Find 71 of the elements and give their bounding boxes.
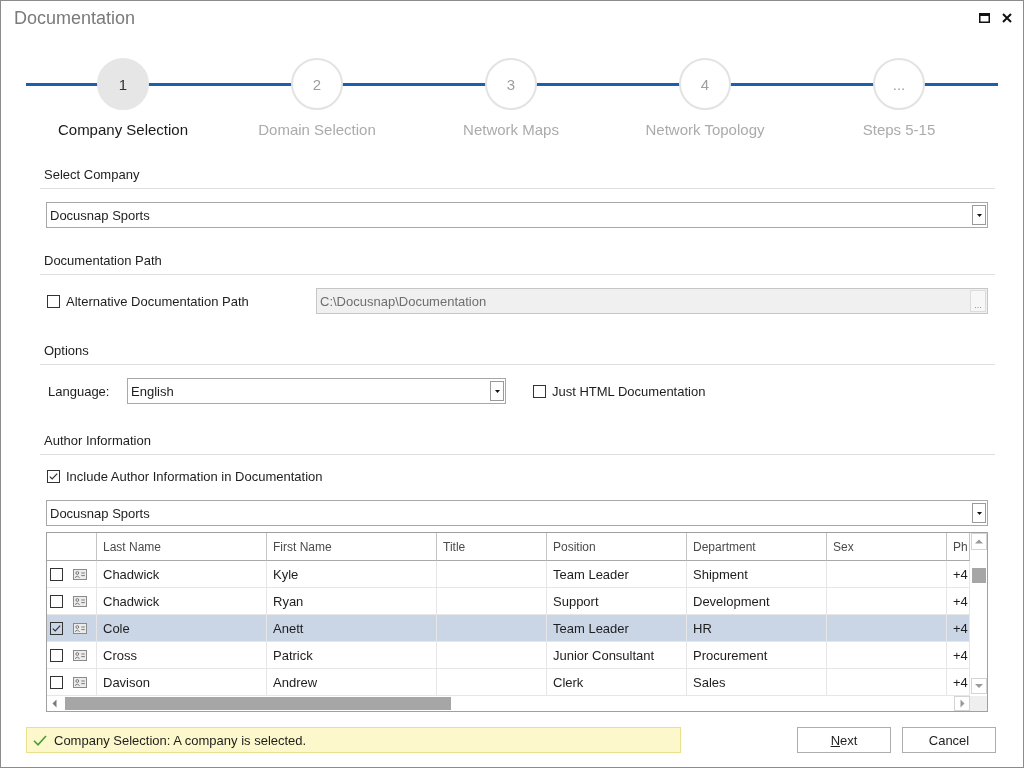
step-label: Network Maps (463, 121, 559, 139)
contact-card-icon (73, 622, 87, 634)
step-label: Domain Selection (258, 121, 376, 139)
checkbox[interactable] (50, 567, 63, 581)
section-heading: Author Information (44, 433, 151, 448)
section-heading: Documentation Path (44, 253, 162, 268)
contact-card-icon (73, 676, 87, 688)
table-cell: Kyle (267, 561, 437, 588)
dropdown-button[interactable] (972, 503, 986, 523)
table-row[interactable]: Cole Anett Team Leader HR +4 (47, 615, 970, 642)
table-cell: Team Leader (547, 615, 687, 642)
checkbox-label[interactable]: Include Author Information in Documentation (66, 468, 323, 484)
caret-icon (976, 213, 982, 217)
table-cell: Team Leader (547, 561, 687, 588)
checkbox[interactable] (47, 294, 60, 308)
table-cell: Shipment (687, 561, 827, 588)
window-title: Documentation (14, 6, 136, 29)
vertical-scrollbar[interactable] (970, 533, 987, 696)
column-header[interactable]: Title (437, 533, 547, 561)
table-cell: HR (687, 615, 827, 642)
dropdown-button[interactable] (490, 381, 504, 401)
company-select[interactable]: Docusnap Sports (46, 202, 988, 228)
column-header[interactable]: Last Name (97, 533, 267, 561)
step-circle[interactable]: 1 (97, 58, 149, 110)
caret-icon (976, 511, 982, 515)
checkbox[interactable] (47, 469, 60, 483)
table-cell: Junior Consultant (547, 642, 687, 669)
contact-card-icon (73, 568, 87, 580)
maximize-icon[interactable] (979, 12, 990, 23)
status-text: Company Selection: A company is selected. (54, 732, 307, 748)
section-heading: Options (44, 343, 89, 358)
checkbox[interactable] (50, 648, 63, 662)
dialog-button[interactable]: Cancel (902, 727, 996, 753)
column-header[interactable]: Department (687, 533, 827, 561)
dialog-button[interactable]: Next (797, 727, 891, 753)
checkbox[interactable] (533, 384, 546, 398)
language-select[interactable]: English (127, 378, 506, 404)
field-label: Language: (48, 383, 111, 399)
checkbox[interactable] (50, 594, 63, 608)
section-heading: Select Company (44, 167, 140, 182)
scrollbar-corner (970, 696, 987, 711)
table-cell: Patrick (267, 642, 437, 669)
column-header[interactable]: Position (547, 533, 687, 561)
caret-icon (494, 389, 500, 393)
column-header (47, 533, 97, 561)
table-cell: Procurement (687, 642, 827, 669)
table-row[interactable]: Chadwick Kyle Team Leader Shipment +4 (47, 561, 970, 588)
table-cell: Chadwick (97, 561, 267, 588)
checkbox[interactable] (50, 621, 63, 635)
close-icon[interactable] (1002, 12, 1012, 23)
scrollbar-thumb[interactable] (971, 568, 986, 583)
checkbox[interactable] (50, 675, 63, 689)
table-cell: Cole (97, 615, 267, 642)
checkbox-label[interactable]: Just HTML Documentation (552, 383, 706, 399)
contact-card-icon (73, 595, 87, 607)
author-company-select[interactable]: Docusnap Sports (46, 500, 988, 526)
contact-card-icon (73, 649, 87, 661)
scroll-down-button[interactable] (970, 678, 987, 694)
scrollbar-thumb[interactable] (65, 697, 451, 710)
step-label: Company Selection (57, 121, 189, 139)
step-label: Steps 5-15 (862, 121, 936, 139)
table-cell: Cross (97, 642, 267, 669)
column-header[interactable]: Sex (827, 533, 947, 561)
column-header[interactable]: First Name (267, 533, 437, 561)
table-row[interactable]: Cross Patrick Junior Consultant Procurement +4 (47, 642, 970, 669)
dropdown-button[interactable] (972, 205, 986, 225)
step-label: Network Topology (645, 121, 765, 139)
table-cell: Anett (267, 615, 437, 642)
scroll-right-button[interactable] (954, 696, 970, 711)
checkbox-label[interactable]: Alternative Documentation Path (66, 293, 249, 309)
check-icon (33, 734, 47, 746)
